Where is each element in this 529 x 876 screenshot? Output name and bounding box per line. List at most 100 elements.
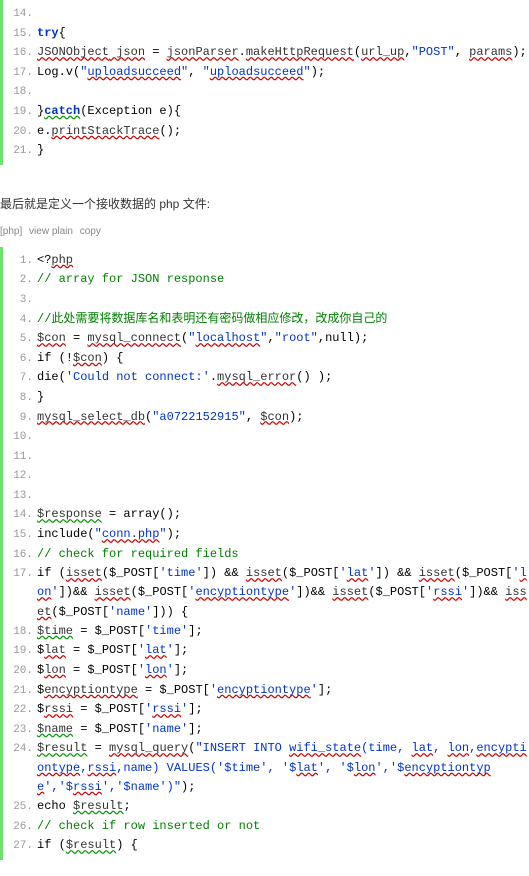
line-number: 5. [11, 331, 33, 349]
line-content [37, 447, 529, 466]
line-number: 18. [11, 84, 33, 102]
line-content: // check for required fields [37, 545, 529, 564]
line-content: } [37, 141, 529, 160]
line-number: 10. [11, 429, 33, 447]
line-number: 15. [11, 26, 33, 44]
line-number: 20. [11, 663, 33, 681]
line-content: $con = mysql_connect("localhost","root",… [37, 329, 529, 348]
line-content: //此处需要将数据库名和表明还有密码做相应修改，改成你自己的 [37, 310, 529, 329]
line-number: 16. [11, 45, 33, 63]
php-link[interactable]: [php] [0, 226, 22, 237]
line-number: 27. [11, 838, 33, 856]
line-number: 25. [11, 799, 33, 817]
code-line: 7.die('Could not connect:'.mysql_error()… [11, 368, 529, 388]
line-content: Log.v("uploadsucceed", "uploadsucceed"); [37, 63, 529, 82]
code-line: 12. [11, 466, 529, 486]
line-number: 26. [11, 819, 33, 837]
line-number: 1. [11, 253, 33, 271]
line-content: if ($result) { [37, 836, 529, 855]
code-line: 17.Log.v("uploadsucceed", "uploadsucceed… [11, 63, 529, 83]
code-line: 23.$name = $_POST['name']; [11, 720, 529, 740]
line-number: 21. [11, 683, 33, 701]
line-number: 8. [11, 390, 33, 408]
line-content: <?php [37, 251, 529, 270]
code-line: 18.$time = $_POST['time']; [11, 622, 529, 642]
code-line: 21.$encyptiontype = $_POST['encyptiontyp… [11, 681, 529, 701]
line-content [37, 82, 529, 101]
code-line: 24.$result = mysql_query("INSERT INTO wi… [11, 739, 529, 797]
code-line: 4.//此处需要将数据库名和表明还有密码做相应修改，改成你自己的 [11, 310, 529, 330]
line-number: 6. [11, 351, 33, 369]
code-toolbar: [php] view plain copy [0, 226, 529, 237]
line-content: }catch(Exception e){ [37, 102, 529, 121]
line-number: 2. [11, 272, 33, 290]
code-line: 21.} [11, 141, 529, 161]
code-block-1: 14. 15.try{16.JSONObject json = jsonPars… [0, 0, 529, 165]
line-content: $response = array(); [37, 505, 529, 524]
line-content: try{ [37, 24, 529, 43]
code-line: 16.JSONObject json = jsonParser.makeHttp… [11, 43, 529, 63]
line-content: $lat = $_POST['lat']; [37, 641, 529, 660]
line-number: 20. [11, 124, 33, 142]
line-number: 19. [11, 104, 33, 122]
code-line: 3. [11, 290, 529, 310]
line-content [37, 427, 529, 446]
line-content: if (!$con) { [37, 349, 529, 368]
line-number: 18. [11, 624, 33, 642]
line-content: $time = $_POST['time']; [37, 622, 529, 641]
line-content: echo $result; [37, 797, 529, 816]
line-number: 15. [11, 527, 33, 545]
code-line: 20.$lon = $_POST['lon']; [11, 661, 529, 681]
line-number: 24. [11, 741, 33, 759]
line-number: 9. [11, 410, 33, 428]
code-line: 1.<?php [11, 251, 529, 271]
code-line: 17.if (isset($_POST['time']) && isset($_… [11, 564, 529, 622]
line-content [37, 290, 529, 309]
line-content: // check if row inserted or not [37, 817, 529, 836]
code-line: 14. [11, 4, 529, 24]
line-content: $rssi = $_POST['rssi']; [37, 700, 529, 719]
line-number: 7. [11, 370, 33, 388]
line-content: JSONObject json = jsonParser.makeHttpReq… [37, 43, 529, 62]
view-plain-link[interactable]: view plain [29, 226, 73, 237]
line-content: } [37, 388, 529, 407]
line-number: 23. [11, 722, 33, 740]
code-line: 11. [11, 447, 529, 467]
code-line: 18. [11, 82, 529, 102]
code-line: 19.}catch(Exception e){ [11, 102, 529, 122]
code-line: 2.// array for JSON response [11, 270, 529, 290]
line-content: e.printStackTrace(); [37, 122, 529, 141]
line-content: $result = mysql_query("INSERT INTO wifi_… [37, 739, 529, 797]
code-line: 5.$con = mysql_connect("localhost","root… [11, 329, 529, 349]
line-content [37, 466, 529, 485]
code-line: 6.if (!$con) { [11, 349, 529, 369]
line-content: if (isset($_POST['time']) && isset($_POS… [37, 564, 529, 622]
code-line: 20.e.printStackTrace(); [11, 122, 529, 142]
line-number: 19. [11, 643, 33, 661]
line-content: // array for JSON response [37, 270, 529, 289]
code-line: 13. [11, 486, 529, 506]
code-line: 8.} [11, 388, 529, 408]
code-line: 27.if ($result) { [11, 836, 529, 856]
note-text: 最后就是定义一个接收数据的 php 文件: [0, 195, 529, 212]
code-block-2: 1.<?php2.// array for JSON response3. 4.… [0, 247, 529, 860]
line-content: $encyptiontype = $_POST['encyptiontype']… [37, 681, 529, 700]
code-line: 22.$rssi = $_POST['rssi']; [11, 700, 529, 720]
line-number: 14. [11, 507, 33, 525]
line-content [37, 4, 529, 23]
line-content: $name = $_POST['name']; [37, 720, 529, 739]
line-content: mysql_select_db("a0722152915", $con); [37, 408, 529, 427]
line-number: 12. [11, 468, 33, 486]
code-line: 10. [11, 427, 529, 447]
code-line: 15.include("conn.php"); [11, 525, 529, 545]
line-number: 3. [11, 292, 33, 310]
line-number: 13. [11, 488, 33, 506]
copy-link[interactable]: copy [80, 226, 101, 237]
code-line: 26.// check if row inserted or not [11, 817, 529, 837]
code-line: 25.echo $result; [11, 797, 529, 817]
line-number: 21. [11, 143, 33, 161]
line-content: $lon = $_POST['lon']; [37, 661, 529, 680]
code-line: 19.$lat = $_POST['lat']; [11, 641, 529, 661]
line-number: 16. [11, 547, 33, 565]
line-number: 4. [11, 312, 33, 330]
